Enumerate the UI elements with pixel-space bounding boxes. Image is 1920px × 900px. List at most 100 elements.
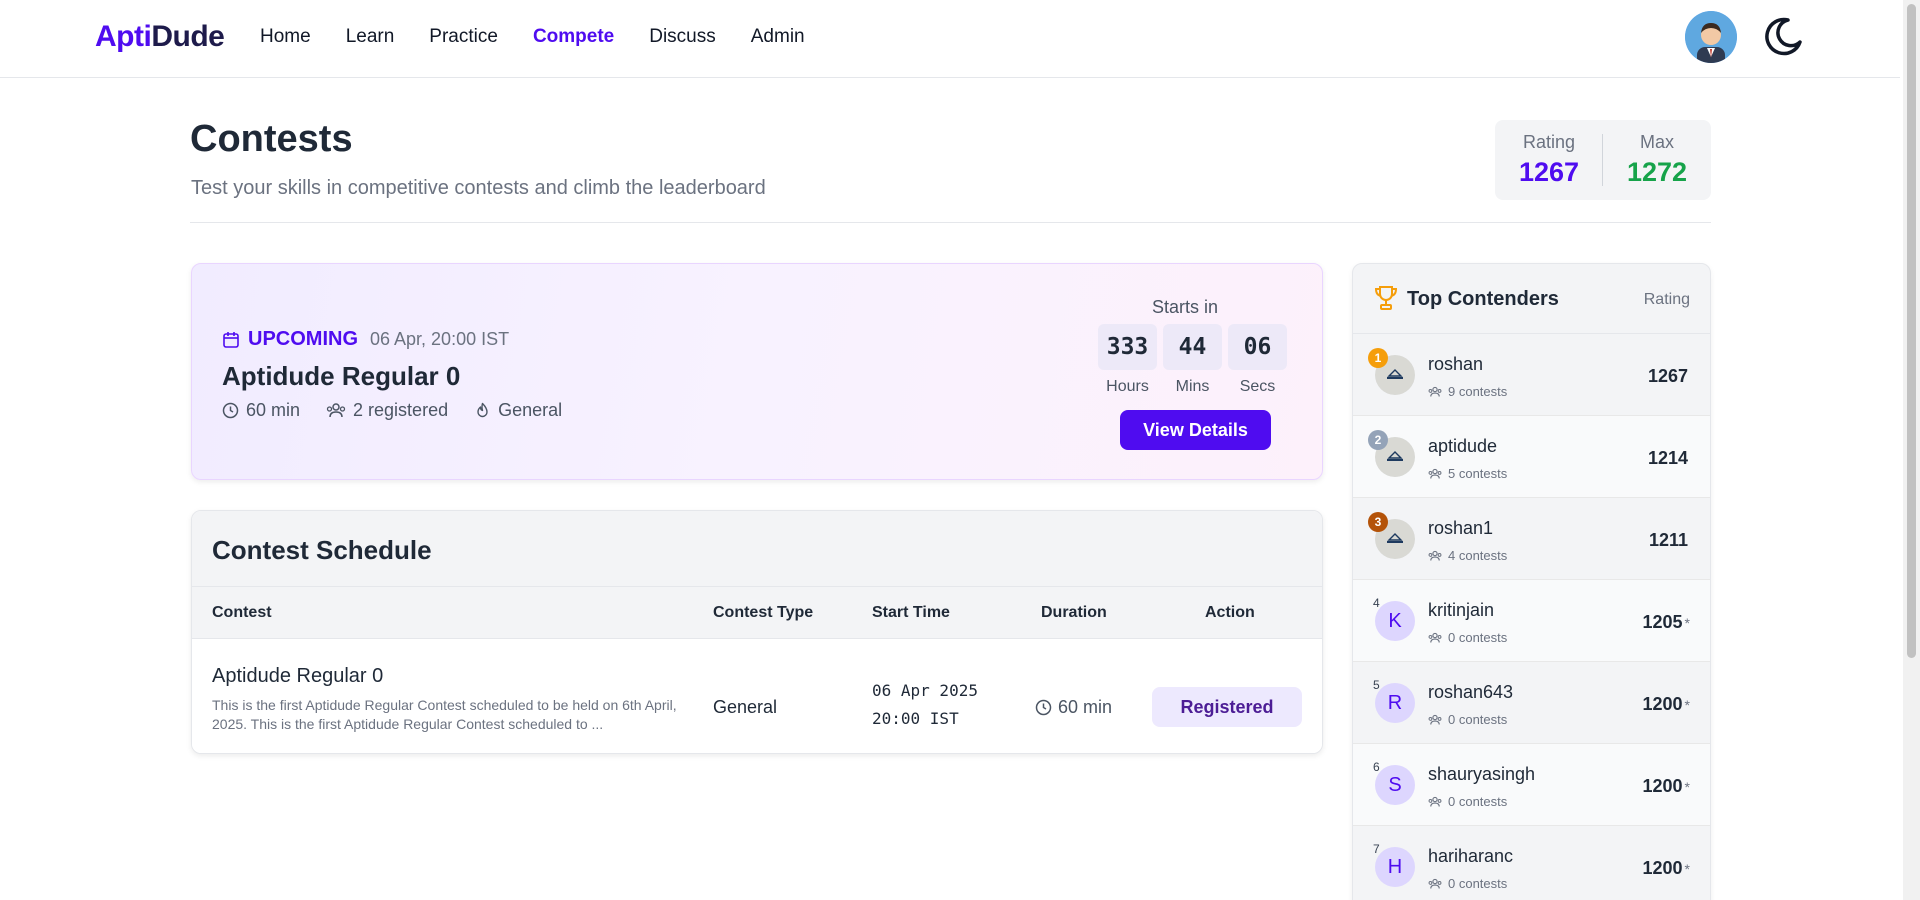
contests-count: 0 contests [1448, 712, 1508, 727]
contest-meta: 60 min 2 registered General [222, 400, 562, 421]
nav-link-discuss[interactable]: Discuss [649, 26, 716, 48]
top-navbar: AptiDude Home Learn Practice Compete Discuss… [0, 0, 1900, 78]
contenders-rating-label: Rating [1643, 291, 1690, 308]
hours-value: 333 [1098, 324, 1157, 370]
row-start-time: 06 Apr 2025 20:00 IST [872, 677, 978, 733]
contender-row[interactable]: K 4 kritinjain 0 contests 1205 * [1353, 580, 1710, 662]
nav-link-compete[interactable]: Compete [533, 26, 614, 48]
contender-avatar: S [1375, 765, 1415, 805]
contender-avatar: K [1375, 601, 1415, 641]
contender-row[interactable]: 1 roshan 9 contests 1267 [1353, 334, 1710, 416]
contender-rating: 1214 [1648, 448, 1690, 469]
column-header-contest: Contest [212, 604, 272, 621]
nav-links: Home Learn Practice Compete Discuss Admin [260, 26, 805, 48]
max-rating: Max 1272 [1603, 132, 1711, 188]
theme-toggle-button[interactable] [1758, 12, 1806, 60]
contender-name[interactable]: roshan643 [1428, 682, 1513, 703]
column-header-type: Contest Type [713, 604, 814, 621]
nav-link-practice[interactable]: Practice [429, 26, 498, 48]
row-contest-name[interactable]: Aptidude Regular 0 [212, 665, 383, 688]
rank-number: 4 [1373, 596, 1380, 610]
contender-name[interactable]: aptidude [1428, 436, 1497, 457]
row-start-time-text: 20:00 IST [872, 709, 959, 728]
secs-label: Secs [1239, 378, 1276, 395]
users-icon [1428, 796, 1442, 807]
type-text: General [498, 400, 563, 420]
users-icon [1428, 386, 1442, 397]
row-duration: 60 min [1035, 697, 1112, 718]
column-header-action: Action [1205, 604, 1255, 621]
table-row[interactable]: Aptidude Regular 0 This is the first Apt… [192, 639, 1322, 753]
contender-name[interactable]: roshan [1428, 354, 1483, 375]
contender-row[interactable]: 3 roshan1 4 contests 1211 [1353, 498, 1710, 580]
contest-date: 06 Apr, 20:00 IST [370, 329, 510, 349]
column-header-start-time: Start Time [872, 604, 950, 621]
app-logo[interactable]: AptiDude [95, 20, 225, 54]
user-rating-summary: Rating 1267 Max 1272 [1495, 120, 1711, 200]
table-header-row: Contest Contest Type Start Time Duration… [192, 587, 1322, 639]
contest-registered: 2 registered [326, 400, 448, 421]
page-scrollbar[interactable] [1903, 0, 1920, 900]
trophy-icon [1375, 286, 1397, 310]
nav-link-home[interactable]: Home [260, 26, 311, 48]
countdown-mins: 44 Mins [1163, 324, 1222, 396]
starts-in-label: Starts in [1151, 297, 1219, 317]
row-contest-type: General [713, 697, 778, 717]
contender-row[interactable]: H 7 hariharanc 0 contests 1200 * [1353, 826, 1710, 900]
contender-name[interactable]: kritinjain [1428, 600, 1494, 621]
contenders-title: Top Contenders [1407, 288, 1559, 310]
schedule-header: Contest Schedule [192, 511, 1322, 587]
contender-name[interactable]: shauryasingh [1428, 764, 1535, 785]
contest-title[interactable]: Aptidude Regular 0 [222, 361, 460, 392]
scrollbar-thumb[interactable] [1907, 4, 1916, 658]
current-rating: Rating 1267 [1495, 132, 1603, 188]
users-icon [1428, 714, 1442, 725]
moon-icon [1765, 17, 1802, 56]
page-subtitle: Test your skills in competitive contests… [191, 177, 766, 199]
rating-value: 1267 [1518, 157, 1580, 187]
contests-count: 0 contests [1448, 794, 1508, 809]
registered-button[interactable]: Registered [1152, 687, 1302, 727]
users-icon [1428, 550, 1442, 561]
contender-contests: 5 contests [1428, 466, 1507, 481]
provisional-star: * [1684, 861, 1690, 877]
clock-icon [222, 402, 239, 419]
contender-rating-value: 1205 [1642, 612, 1683, 632]
countdown-timer: 333 Hours 44 Mins 06 Secs [1098, 324, 1287, 396]
rank-number: 7 [1373, 842, 1380, 856]
provisional-star: * [1684, 615, 1690, 631]
contender-row[interactable]: R 5 roshan643 0 contests 1200 * [1353, 662, 1710, 744]
contender-rating-value: 1200 [1642, 858, 1683, 878]
rank-badge: 3 [1368, 512, 1388, 532]
upcoming-status: UPCOMING 06 Apr, 20:00 IST [222, 328, 509, 351]
upcoming-contest-card: UPCOMING 06 Apr, 20:00 IST Aptidude Regu… [191, 263, 1323, 480]
duration-text: 60 min [246, 400, 301, 420]
contests-count: 0 contests [1448, 876, 1508, 891]
rank-number: 6 [1373, 760, 1380, 774]
contender-rating-value: 1200 [1642, 776, 1683, 796]
registered-text: 2 registered [353, 400, 449, 420]
contender-avatar: H [1375, 847, 1415, 887]
max-rating-value: 1272 [1626, 157, 1688, 187]
page-title: Contests [190, 118, 353, 160]
contender-avatar: R [1375, 683, 1415, 723]
contender-rating: 1205 * [1643, 612, 1691, 633]
contender-rating: 1200 * [1643, 776, 1691, 797]
contender-contests: 0 contests [1428, 876, 1507, 891]
contenders-header: Top Contenders Rating [1353, 264, 1710, 334]
nav-link-learn[interactable]: Learn [346, 26, 395, 48]
contender-name[interactable]: hariharanc [1428, 846, 1513, 867]
clock-icon [1035, 699, 1052, 716]
countdown-secs: 06 Secs [1228, 324, 1287, 396]
view-details-button[interactable]: View Details [1120, 410, 1271, 450]
secs-value: 06 [1228, 324, 1287, 370]
user-avatar-button[interactable] [1685, 11, 1737, 63]
contender-row[interactable]: S 6 shauryasingh 0 contests 1200 * [1353, 744, 1710, 826]
contender-row[interactable]: 2 aptidude 5 contests 1214 [1353, 416, 1710, 498]
nav-link-admin[interactable]: Admin [751, 26, 805, 48]
calendar-icon [223, 331, 239, 348]
provisional-star: * [1684, 697, 1690, 713]
contender-name[interactable]: roshan1 [1428, 518, 1493, 539]
contests-count: 5 contests [1448, 466, 1508, 481]
contender-rating-value: 1200 [1642, 694, 1683, 714]
